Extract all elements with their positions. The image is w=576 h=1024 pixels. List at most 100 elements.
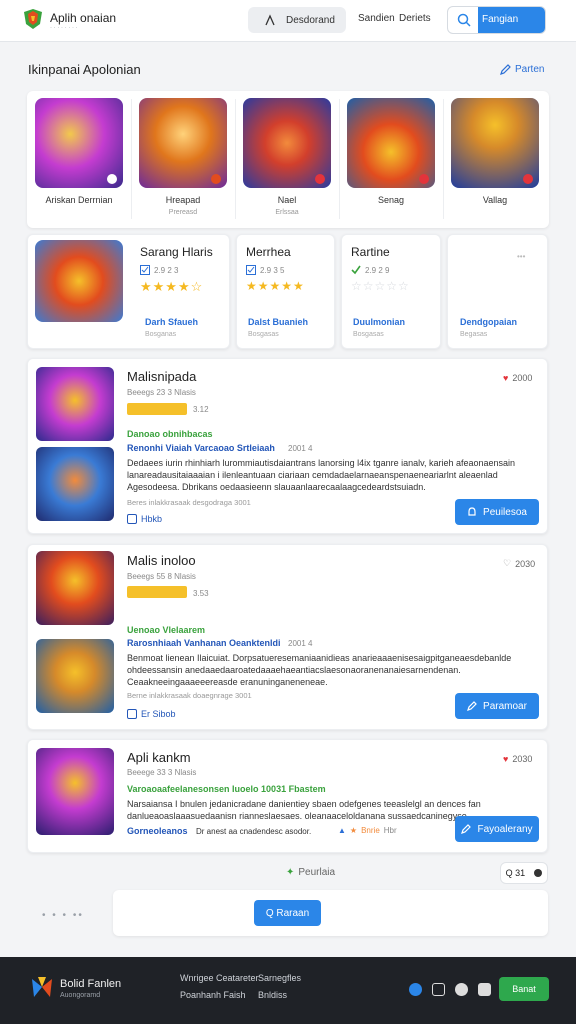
- list-tag-green: Varoaoaafeelanesonsen Iuoelo 10031 Fbast…: [127, 784, 326, 794]
- instagram-icon[interactable]: [432, 983, 445, 996]
- like-count[interactable]: ♥ 2030: [503, 754, 532, 764]
- checkbox-icon: [127, 709, 137, 719]
- rating-stars: ☆☆☆☆☆: [351, 279, 410, 293]
- footer-link[interactable]: Sarnegfles: [258, 973, 301, 983]
- list-meta: Beeegs 55 8 Nlasis: [127, 572, 196, 581]
- list-link[interactable]: Gorneoleanos: [127, 826, 188, 836]
- app-tile[interactable]: Senag: [339, 91, 443, 228]
- load-more-panel: [113, 890, 548, 936]
- rating-value: 3.12: [193, 405, 209, 414]
- nav-link-2[interactable]: Deriets: [399, 13, 431, 24]
- list-tag-green: Danoao obnihbacas: [127, 429, 213, 439]
- tile-name: Nael: [277, 195, 297, 205]
- app-thumbnail: [36, 551, 114, 625]
- featured-thumbnail: [35, 240, 123, 322]
- install-button[interactable]: Fayoalerany: [455, 816, 539, 842]
- list-title: Malisnipada: [127, 369, 197, 384]
- app-tile[interactable]: Vallag: [443, 91, 547, 228]
- brand-tagline: · · · · · · · ·: [50, 25, 78, 31]
- list-checkbox[interactable]: Er Sibob: [127, 709, 176, 719]
- tile-name: Hreapad: [165, 195, 201, 205]
- share-icon[interactable]: [455, 983, 468, 996]
- checkbox-icon: [127, 514, 137, 524]
- rating-box: [127, 586, 187, 598]
- page-dot-icon: [534, 869, 543, 877]
- bookmark-icon: ▲: [338, 826, 346, 835]
- tile-sub: Prereasd: [168, 209, 198, 216]
- app-logo[interactable]: [22, 8, 44, 30]
- app-tile[interactable]: Hreapad Prereasd: [131, 91, 235, 228]
- nav-link-1[interactable]: Sandien: [358, 13, 395, 24]
- featured-title: Rartine: [351, 245, 390, 259]
- tile-name: Vallag: [482, 195, 508, 205]
- rating-value: 3.53: [193, 589, 209, 598]
- check-icon: [246, 265, 256, 275]
- like-count[interactable]: ♡ 2030: [503, 558, 535, 569]
- footer-brand: Bolid Fanlen: [60, 978, 122, 990]
- list-small-text: Berne inlakkrasaak doaegnrage 3001: [127, 691, 252, 700]
- app-thumbnail: [36, 639, 114, 713]
- featured-sub: Bosgasas: [248, 331, 279, 338]
- featured-link[interactable]: Darh Sfaueh: [145, 317, 198, 327]
- footer-link[interactable]: Wnrigee Ceatareter: [180, 973, 259, 983]
- footer-button[interactable]: Banat: [499, 977, 549, 1001]
- twitter-icon[interactable]: [409, 983, 422, 996]
- app-thumbnail: [36, 447, 114, 521]
- install-button[interactable]: Paramoar: [455, 693, 539, 719]
- tile-name: Senag: [377, 195, 405, 205]
- heart-icon: ♡: [503, 558, 512, 568]
- download-button[interactable]: Desdorand: [248, 7, 346, 33]
- rating-stars: ★★★★★: [246, 279, 305, 293]
- featured-meta: 2.9 3 5: [246, 265, 284, 275]
- list-extra-text: Dr anest aa cnadendesc asodor.: [196, 827, 312, 836]
- list-small-text: Beres inlakkrasaak desgodraga 3001: [127, 498, 251, 507]
- list-link[interactable]: Rarosnhiaah Vanhanan Oeanktenldi: [127, 638, 281, 648]
- app-tile-row: Ariskan Derrnian Hreapad Prereasd Nael E…: [27, 91, 549, 228]
- featured-link[interactable]: Dalst Buanieh: [248, 317, 308, 327]
- bell-icon: [468, 507, 476, 516]
- pager[interactable]: ✦ Peurlaia: [286, 867, 335, 878]
- search-box[interactable]: Fangian: [447, 6, 546, 34]
- featured-sub: Begasas: [460, 331, 488, 338]
- section-link[interactable]: Parten: [500, 64, 544, 75]
- list-checkbox[interactable]: Hbkb: [127, 514, 162, 524]
- install-button[interactable]: Peuilesoa: [455, 499, 539, 525]
- list-link[interactable]: Renonhi Viaiah Varcaoao Srtleiaah: [127, 443, 275, 453]
- list-description: Dedaees iurin rhinhiarh lurommiautisdaia…: [127, 458, 516, 492]
- tile-badge: [107, 174, 117, 184]
- tile-badge: [419, 174, 429, 184]
- featured-link[interactable]: Dendgopaian: [460, 317, 517, 327]
- app-tile[interactable]: Nael Erlssaa: [235, 91, 339, 228]
- heart-icon: ♥: [503, 754, 509, 764]
- list-title: Malis inoloo: [127, 553, 196, 568]
- footer-link[interactable]: Bnldiss: [258, 990, 287, 1000]
- more-dots-icon[interactable]: •••: [517, 252, 525, 261]
- star-icon: ★: [349, 826, 358, 835]
- top-bar: Aplih onaian · · · · · · · · Desdorand S…: [0, 0, 576, 42]
- section-title: Ikinpanai Apolonian: [28, 62, 141, 77]
- list-title: Apli kankm: [127, 750, 191, 765]
- app-tile[interactable]: Ariskan Derrnian: [27, 91, 131, 228]
- featured-link[interactable]: Duulmonian: [353, 317, 405, 327]
- section-link-label: Parten: [515, 64, 545, 75]
- page-indicator[interactable]: Q 31: [500, 862, 548, 884]
- check-icon: [351, 265, 361, 275]
- carousel-dots[interactable]: • • • ••: [42, 910, 84, 921]
- list-description: Benmoat lienean Ilaicuiat. Dorpsatuerese…: [127, 653, 512, 687]
- tile-badge: [315, 174, 325, 184]
- featured-title: Sarang Hlaris: [140, 245, 213, 259]
- rating-box: [127, 403, 187, 415]
- like-count[interactable]: ♥ 2000: [503, 373, 532, 383]
- search-button[interactable]: Fangian: [478, 7, 545, 33]
- list-link-meta: 2001 4: [288, 444, 313, 453]
- load-more-button[interactable]: Q Raraan: [254, 900, 321, 926]
- leaf-icon: ✦: [286, 867, 295, 878]
- edit-icon: [461, 824, 472, 834]
- footer-link[interactable]: Poanhanh Faish: [180, 990, 246, 1000]
- download-label: Desdorand: [286, 14, 335, 26]
- search-icon: [457, 13, 471, 27]
- tile-name: Ariskan Derrnian: [45, 195, 113, 205]
- video-icon[interactable]: [478, 983, 491, 996]
- edit-icon: [500, 64, 511, 75]
- heart-icon: ♥: [503, 373, 509, 383]
